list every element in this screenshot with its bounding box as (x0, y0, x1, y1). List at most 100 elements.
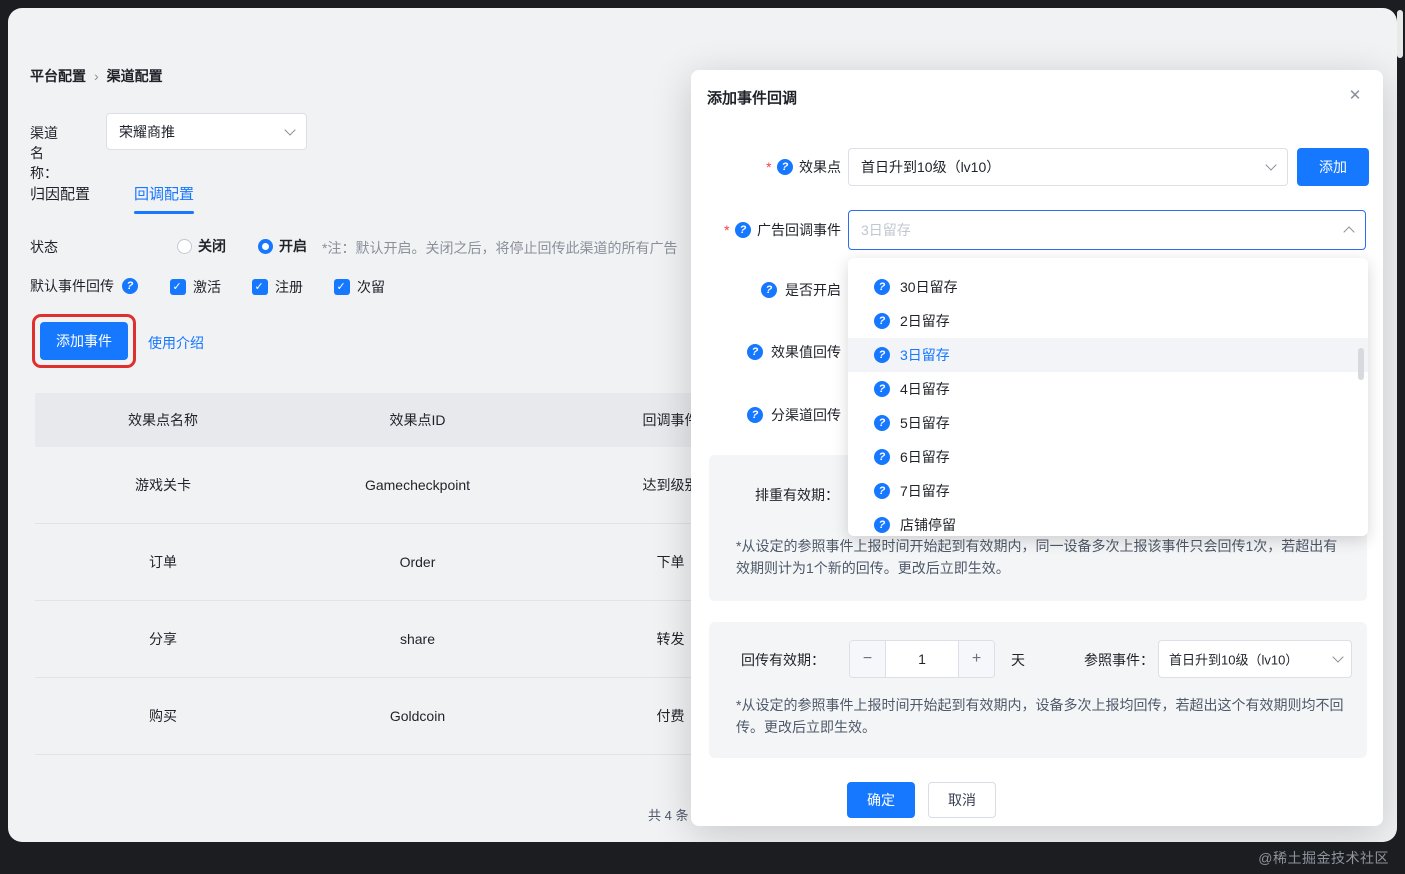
ad-callback-label-group: 广告回调事件 (691, 210, 841, 250)
add-event-callback-modal: 添加事件回调 效果点 首日升到10级（lv10） 添加 广告回调事件 (691, 70, 1383, 826)
checkbox-next-day-retention[interactable]: 次留 (334, 277, 385, 297)
ad-callback-input[interactable] (861, 211, 1331, 249)
ad-callback-combobox (848, 210, 1366, 250)
add-event-button[interactable]: 添加事件 (40, 322, 128, 360)
help-icon (874, 279, 890, 295)
minus-icon[interactable] (850, 641, 886, 677)
validity-days-stepper: 1 (849, 640, 995, 678)
table-total-count: 共 4 条 (648, 808, 689, 823)
dropdown-item[interactable]: 7日留存 (848, 474, 1368, 508)
cell-effect-name: 分享 (149, 631, 177, 647)
channel-callback-label: 分渠道回传 (771, 407, 841, 423)
breadcrumb: 平台配置 › 渠道配置 (30, 66, 163, 86)
effect-point-label-group: 效果点 (691, 148, 841, 186)
checkbox-activation[interactable]: 激活 (170, 277, 221, 297)
dropdown-item-label: 店铺停留 (900, 517, 956, 533)
dropdown-item[interactable]: 5日留存 (848, 406, 1368, 440)
checkbox-label: 次留 (357, 279, 385, 295)
help-icon[interactable] (747, 344, 763, 360)
plus-icon[interactable] (958, 641, 994, 677)
help-icon[interactable] (735, 222, 751, 238)
modal-title: 添加事件回调 (707, 90, 798, 107)
cell-effect-id: Goldcoin (389, 708, 446, 724)
cell-effect-name: 购买 (149, 708, 177, 724)
usage-intro-link[interactable]: 使用介绍 (148, 333, 204, 353)
app-page: 平台配置 › 渠道配置 渠道名称： 荣耀商推 归因配置 回调配置 状态 关闭 开… (8, 8, 1397, 842)
dropdown-item[interactable]: 4日留存 (848, 372, 1368, 406)
enable-switch-label: 是否开启 (785, 282, 841, 298)
effect-value-callback-label-group: 效果值回传 (691, 341, 841, 363)
status-note: *注：默认开启。关闭之后，将停止回传此渠道的所有广告 (322, 240, 678, 256)
channel-name-label: 渠道名称： (30, 125, 58, 181)
status-radio-off[interactable]: 关闭 (177, 235, 226, 257)
effect-point-select[interactable]: 首日升到10级（lv10） (848, 148, 1288, 186)
confirm-button[interactable]: 确定 (847, 782, 915, 818)
effect-value-callback-label: 效果值回传 (771, 344, 841, 360)
help-icon[interactable] (777, 159, 793, 175)
callback-validity-section: 回传有效期： 1 天 参照事件： 首日升到10级（lv10） *从设定的参照事件… (709, 622, 1367, 758)
effect-point-value: 首日升到10级（lv10） (861, 159, 1001, 175)
callback-validity-note: *从设定的参照事件上报时间开始起到有效期内，设备多次上报均回传，若超出这个有效期… (736, 697, 1344, 735)
dropdown-item-selected[interactable]: 3日留存 (848, 338, 1368, 372)
help-icon[interactable] (761, 282, 777, 298)
required-asterisk-icon (724, 222, 729, 238)
checkbox-label: 激活 (193, 279, 221, 295)
cancel-button[interactable]: 取消 (928, 782, 996, 818)
close-icon[interactable] (1345, 85, 1365, 105)
channel-name-select[interactable]: 荣耀商推 (106, 113, 307, 150)
chevron-up-icon (1343, 226, 1355, 238)
breadcrumb-item-platform-config[interactable]: 平台配置 (30, 66, 86, 86)
callback-validity-label: 回传有效期： (741, 652, 825, 668)
chevron-down-icon (1332, 651, 1344, 663)
help-icon (874, 449, 890, 465)
dropdown-item-label: 4日留存 (900, 381, 950, 397)
table-header-name: 效果点名称 (128, 412, 198, 428)
add-effect-point-button[interactable]: 添加 (1297, 148, 1369, 186)
reference-event-select[interactable]: 首日升到10级（lv10） (1158, 640, 1352, 678)
help-icon[interactable] (122, 278, 138, 294)
status-on-label: 开启 (279, 238, 307, 254)
breadcrumb-item-channel-config: 渠道配置 (106, 68, 163, 84)
dedup-validity-note: *从设定的参照事件上报时间开始起到有效期内，同一设备多次上报该事件只会回传1次，… (736, 538, 1338, 576)
cell-effect-name: 订单 (149, 554, 177, 570)
dedup-validity-label: 排重有效期： (755, 487, 839, 503)
browser-scrollbar[interactable] (1397, 10, 1403, 58)
help-icon (874, 313, 890, 329)
tab-attribution-config[interactable]: 归因配置 (30, 183, 90, 214)
checkbox-register[interactable]: 注册 (252, 277, 303, 297)
dropdown-item-label: 5日留存 (900, 415, 950, 431)
dropdown-item-label: 6日留存 (900, 449, 950, 465)
dropdown-item-label: 3日留存 (900, 347, 950, 363)
dropdown-item[interactable]: 6日留存 (848, 440, 1368, 474)
checkbox-checked-icon (170, 279, 186, 295)
checkbox-label: 注册 (275, 279, 303, 295)
default-events-label: 默认事件回传 (30, 276, 138, 296)
screenshot-frame: 平台配置 › 渠道配置 渠道名称： 荣耀商推 归因配置 回调配置 状态 关闭 开… (0, 0, 1405, 874)
table-header-id: 效果点ID (389, 412, 446, 428)
dropdown-item[interactable]: 店铺停留 (848, 508, 1368, 536)
help-icon (874, 415, 890, 431)
validity-days-value[interactable]: 1 (886, 641, 958, 677)
cell-effect-id: Gamecheckpoint (364, 477, 471, 493)
channel-name-value: 荣耀商推 (119, 123, 175, 140)
ad-callback-dropdown: 30日留存 2日留存 3日留存 4日留存 5日留存 (848, 258, 1368, 536)
status-radio-on[interactable]: 开启 (258, 235, 307, 257)
checkbox-checked-icon (334, 279, 350, 295)
help-icon (874, 517, 890, 533)
chevron-down-icon (284, 124, 296, 136)
required-asterisk-icon (766, 159, 771, 175)
ad-callback-label: 广告回调事件 (757, 222, 841, 238)
tab-callback-config[interactable]: 回调配置 (134, 183, 195, 214)
days-unit-label: 天 (1011, 652, 1025, 668)
reference-event-label: 参照事件： (1084, 652, 1154, 668)
radio-selected-icon (258, 238, 273, 254)
dropdown-scrollbar[interactable] (1358, 348, 1364, 380)
config-tabs: 归因配置 回调配置 (30, 183, 195, 214)
dropdown-item[interactable]: 2日留存 (848, 304, 1368, 338)
help-icon (874, 483, 890, 499)
dropdown-item-label: 7日留存 (900, 483, 950, 499)
channel-callback-label-group: 分渠道回传 (691, 404, 841, 426)
dropdown-item[interactable]: 30日留存 (848, 270, 1368, 304)
chevron-down-icon (1265, 159, 1277, 171)
help-icon[interactable] (747, 407, 763, 423)
